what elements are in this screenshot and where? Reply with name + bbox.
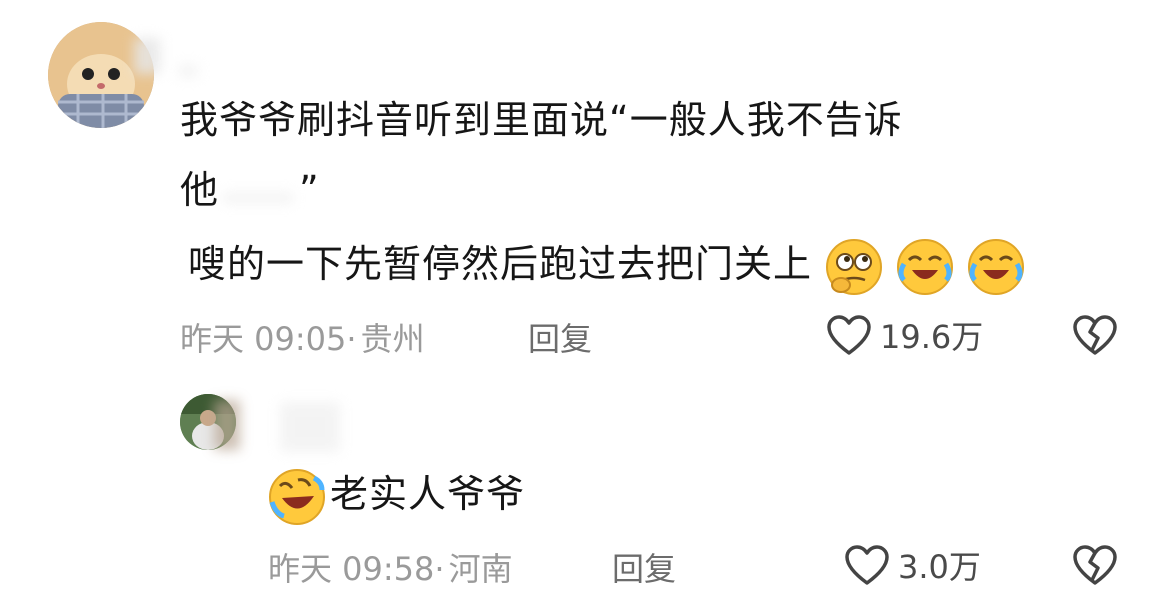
comment-line-2: 他” (180, 162, 320, 218)
reply-button[interactable]: 回复 (528, 314, 592, 360)
reply-dislike-button[interactable] (1072, 544, 1118, 590)
reply-time: 昨天 09:58 (268, 550, 435, 588)
laugh-cry-icon (968, 238, 1025, 295)
rofl-icon (269, 468, 325, 525)
reply-text: 老实人爷爷 (330, 472, 526, 516)
comment-location: 贵州 (360, 320, 425, 358)
username-blurred-2 (178, 64, 198, 78)
comment-line-3-text: 嗖的一下先暂停然后跑过去把门关上 (188, 242, 813, 286)
comment-time: 昨天 09:05 (180, 320, 347, 358)
like-button[interactable]: 19.6万 (826, 312, 983, 358)
meta-separator: · (346, 320, 357, 358)
comment-line-2-start: 他 (180, 168, 220, 212)
reply-text-line: 老实人爷爷 (268, 466, 525, 526)
redacted-text (223, 193, 294, 203)
replier-username-blurred[interactable] (214, 400, 240, 450)
comment-meta: 昨天 09:05· 贵州 (180, 314, 425, 360)
username-blurred[interactable] (134, 38, 160, 74)
thinking-face-icon (826, 238, 883, 295)
like-count: 19.6万 (880, 318, 984, 356)
heart-icon (827, 315, 871, 355)
reply-meta: 昨天 09:58· 河南 (268, 544, 513, 590)
laugh-cry-icon (897, 238, 954, 295)
comment-line-1: 我爷爷刷抖音听到里面说“一般人我不告诉 (180, 98, 903, 142)
heart-icon (845, 545, 889, 585)
replier-username-blurred-2 (280, 402, 340, 452)
reply-like-count: 3.0万 (898, 548, 981, 586)
broken-heart-icon (1073, 545, 1117, 585)
reply-like-button[interactable]: 3.0万 (844, 542, 981, 588)
comment-line-2-end: ” (299, 168, 320, 212)
meta-separator: · (434, 550, 445, 588)
dislike-button[interactable] (1072, 314, 1118, 360)
reply-reply-button[interactable]: 回复 (612, 544, 676, 590)
broken-heart-icon (1073, 315, 1117, 355)
reply-location: 河南 (448, 550, 513, 588)
comment-line-3: 嗖的一下先暂停然后跑过去把门关上 (188, 236, 1025, 296)
